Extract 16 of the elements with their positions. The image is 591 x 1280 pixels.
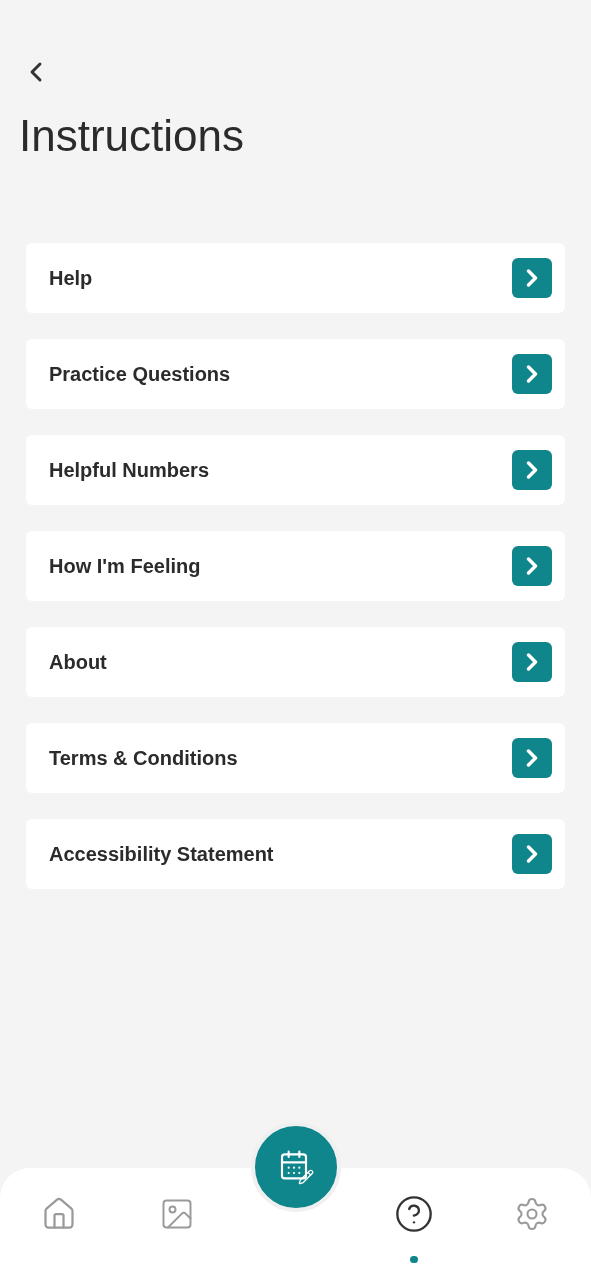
chevron-right-icon	[512, 642, 552, 682]
menu-item[interactable]: Practice Questions	[26, 339, 565, 409]
menu-item[interactable]: About	[26, 627, 565, 697]
chevron-right-icon	[512, 834, 552, 874]
menu-item[interactable]: How I'm Feeling	[26, 531, 565, 601]
chevron-right-icon	[512, 354, 552, 394]
chevron-right-icon	[512, 546, 552, 586]
chevron-right-icon	[512, 738, 552, 778]
menu-item[interactable]: Helpful Numbers	[26, 435, 565, 505]
page-title: Instructions	[19, 110, 245, 162]
help-icon	[393, 1194, 434, 1234]
chevron-right-icon	[512, 450, 552, 490]
chevron-right-icon	[512, 258, 552, 298]
menu-item[interactable]: Accessibility Statement	[26, 819, 565, 889]
menu-item[interactable]: Help	[26, 243, 565, 313]
menu-item[interactable]: Terms & Conditions	[26, 723, 565, 793]
